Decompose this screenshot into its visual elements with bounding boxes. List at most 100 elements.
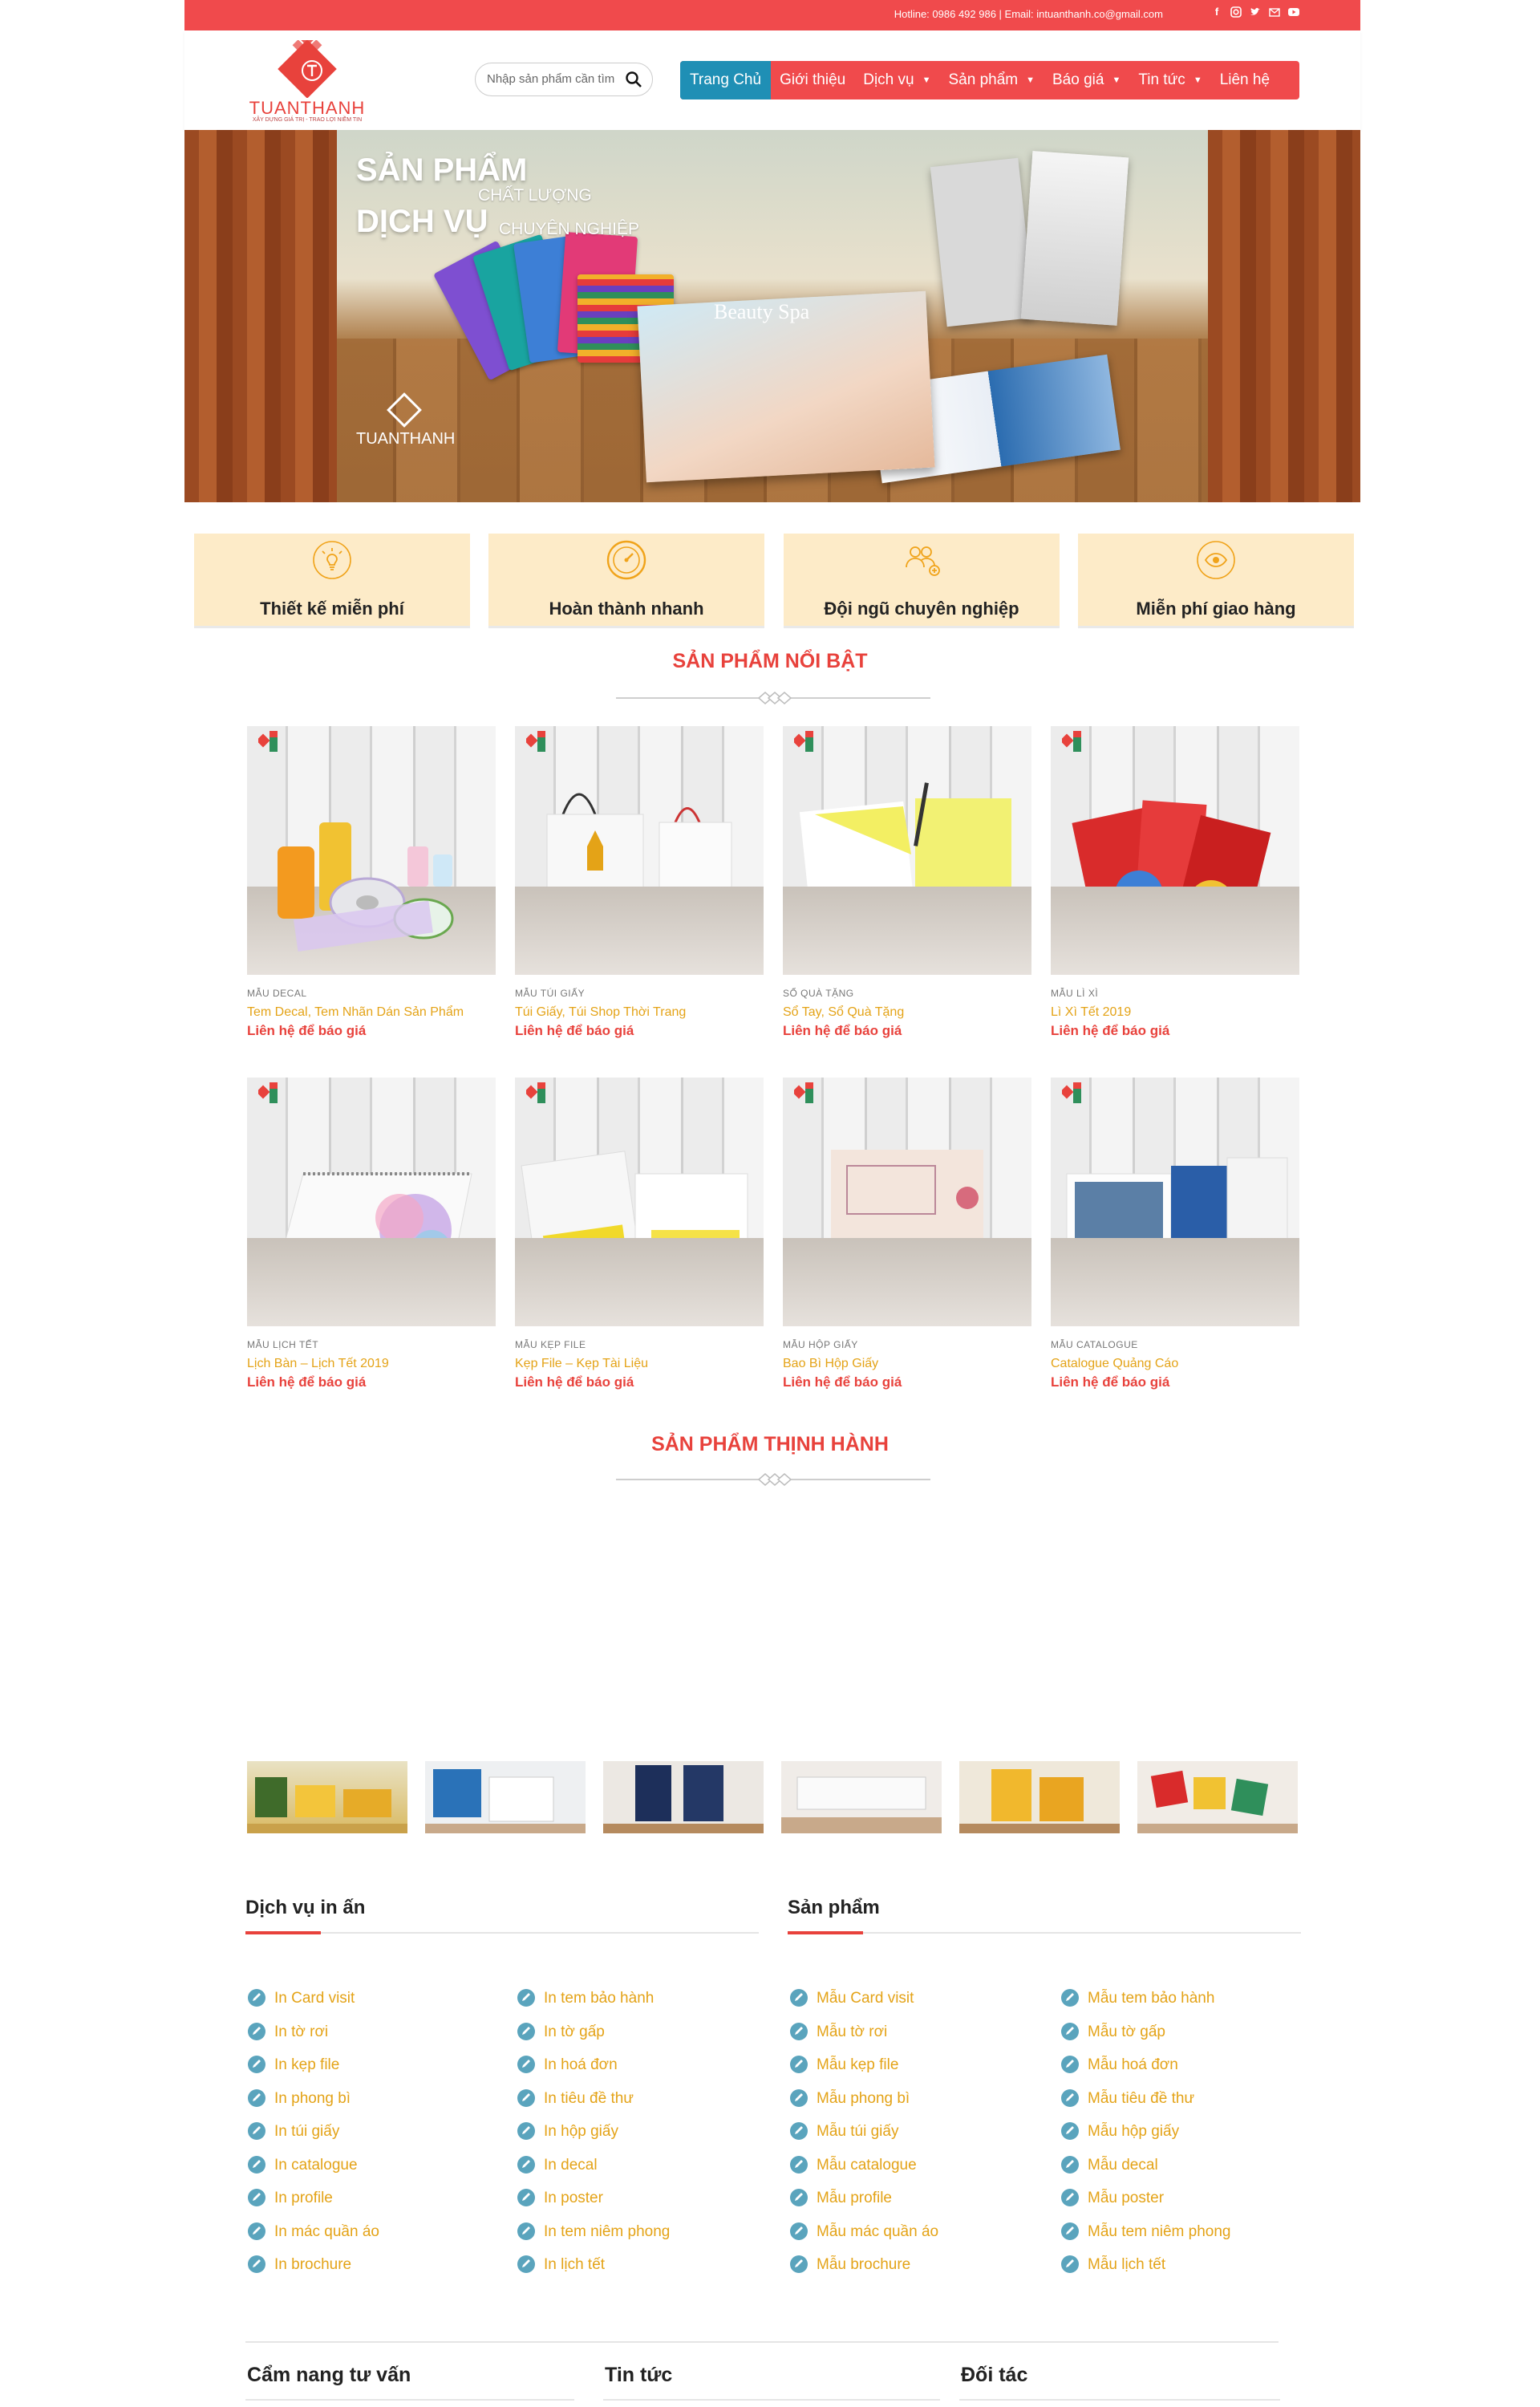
product-card[interactable]: MẪU DECAL Tem Decal, Tem Nhãn Dán Sản Ph… xyxy=(247,726,496,1039)
hero-banner[interactable]: Beauty Spa SẢN PHẨM CHẤT LƯỢNG DỊCH VỤ C… xyxy=(184,130,1360,502)
product-card[interactable]: MẪU CATALOGUE Catalogue Quảng Cáo Liên h… xyxy=(1051,1078,1299,1390)
footer-link[interactable]: Mẫu hoá đơn xyxy=(1060,2056,1231,2090)
product-image[interactable] xyxy=(515,726,764,975)
trending-title: SẢN PHẨM THỊNH HÀNH xyxy=(651,1433,889,1455)
product-card[interactable]: SỔ QUÀ TẶNG Sổ Tay, Sổ Quà Tặng Liên hệ … xyxy=(783,726,1031,1039)
footer-link[interactable]: Mẫu tờ rơi xyxy=(789,2022,938,2057)
footer-link[interactable]: In poster xyxy=(517,2189,670,2223)
twitter-icon[interactable] xyxy=(1250,6,1261,18)
instagram-icon[interactable] xyxy=(1230,6,1242,18)
footer-link[interactable]: Mẫu kẹp file xyxy=(789,2056,938,2090)
nav-item-contact[interactable]: Liên hệ xyxy=(1211,61,1279,99)
product-card[interactable]: MẪU LỊCH TẾT Lịch Bàn – Lịch Tết 2019 Li… xyxy=(247,1078,496,1390)
footer-link[interactable]: Mẫu lịch tết xyxy=(1060,2255,1231,2290)
footer-link[interactable]: In catalogue xyxy=(247,2155,379,2190)
footer-link[interactable]: Mẫu brochure xyxy=(789,2255,938,2290)
product-card[interactable]: MẪU HỘP GIẤY Bao Bì Hộp Giấy Liên hệ để … xyxy=(783,1078,1031,1390)
featured-title: SẢN PHẨM NỔI BẬT xyxy=(672,650,868,672)
footer-link[interactable]: In hộp giấy xyxy=(517,2122,670,2157)
product-name[interactable]: Tem Decal, Tem Nhãn Dán Sản Phẩm xyxy=(247,1005,496,1020)
footer-link[interactable]: Mẫu Card visit xyxy=(789,1989,938,2023)
news-heading: Tin tức xyxy=(605,2364,673,2386)
trending-thumb[interactable] xyxy=(603,1761,764,1833)
footer-link[interactable]: In Card visit xyxy=(247,1989,379,2023)
product-price: Liên hệ để báo giá xyxy=(247,1023,367,1038)
caret-down-icon: ▼ xyxy=(1193,75,1202,85)
trending-thumb[interactable] xyxy=(781,1761,942,1833)
social-links: f xyxy=(1211,6,1299,18)
nav-item-pricing[interactable]: Báo giá ▼ xyxy=(1044,61,1129,99)
product-name[interactable]: Lịch Bàn – Lịch Tết 2019 xyxy=(247,1357,496,1371)
footer-link[interactable]: In profile xyxy=(247,2189,379,2223)
product-name[interactable]: Catalogue Quảng Cáo xyxy=(1051,1357,1299,1371)
product-image[interactable] xyxy=(247,726,496,975)
product-image[interactable] xyxy=(783,1078,1031,1326)
search-input[interactable] xyxy=(487,72,627,86)
footer-link[interactable]: In kẹp file xyxy=(247,2056,379,2090)
footer-link[interactable]: In tiêu đề thư xyxy=(517,2088,670,2124)
nav-item-news[interactable]: Tin tức ▼ xyxy=(1129,61,1210,99)
products-heading: Sản phẩm xyxy=(788,1897,880,1918)
partners-heading: Đối tác xyxy=(961,2364,1028,2386)
product-card[interactable]: MẪU TÚI GIẤY Túi Giấy, Túi Shop Thời Tra… xyxy=(515,726,764,1039)
footer-link[interactable]: Mẫu poster xyxy=(1060,2189,1231,2223)
product-name[interactable]: Kẹp File – Kẹp Tài Liệu xyxy=(515,1357,764,1371)
banner-line2-sub: CHUYÊN NGHIỆP xyxy=(499,220,640,238)
footer-link[interactable]: Mẫu tem niêm phong xyxy=(1060,2222,1231,2257)
nav-item-home[interactable]: Trang Chủ xyxy=(680,61,772,99)
product-image[interactable] xyxy=(247,1078,496,1326)
footer-link[interactable]: Mẫu decal xyxy=(1060,2155,1231,2190)
nav-item-products[interactable]: Sản phẩm ▼ xyxy=(939,61,1044,99)
footer-link[interactable]: Mẫu hộp giấy xyxy=(1060,2122,1231,2157)
footer-link[interactable]: In brochure xyxy=(247,2255,379,2290)
footer-link[interactable]: In túi giấy xyxy=(247,2122,379,2157)
youtube-icon[interactable] xyxy=(1288,6,1299,18)
footer-link[interactable]: In tem niêm phong xyxy=(517,2222,670,2257)
footer-link[interactable]: Mẫu túi giấy xyxy=(789,2122,938,2157)
footer-link[interactable]: In tờ rơi xyxy=(247,2022,379,2057)
product-card[interactable]: MẪU LÌ XÌ Lì Xì Tết 2019 Liên hệ để báo … xyxy=(1051,726,1299,1039)
footer-link[interactable]: In decal xyxy=(517,2155,670,2190)
feature-label: Thiết kế miễn phí xyxy=(260,599,404,619)
footer-link[interactable]: Mẫu mác quần áo xyxy=(789,2222,938,2257)
nav-item-about[interactable]: Giới thiệu xyxy=(771,61,854,99)
footer-link[interactable]: Mẫu profile xyxy=(789,2189,938,2223)
product-name[interactable]: Sổ Tay, Sổ Quà Tặng xyxy=(783,1005,1031,1020)
product-name[interactable]: Bao Bì Hộp Giấy xyxy=(783,1357,1031,1371)
product-image[interactable] xyxy=(1051,1078,1299,1326)
footer-link[interactable]: In tem bảo hành xyxy=(517,1989,670,2023)
product-name[interactable]: Lì Xì Tết 2019 xyxy=(1051,1005,1299,1020)
footer-link[interactable]: In phong bì xyxy=(247,2088,379,2124)
trending-thumb[interactable] xyxy=(1137,1761,1298,1833)
product-image[interactable] xyxy=(1051,726,1299,975)
footer-link-label: In poster xyxy=(544,2190,603,2206)
product-category: MẪU LỊCH TẾT xyxy=(247,1339,319,1350)
edit-icon xyxy=(517,1989,535,2007)
nav-item-services[interactable]: Dịch vụ ▼ xyxy=(854,61,939,99)
footer-link[interactable]: Mẫu phong bì xyxy=(789,2088,938,2124)
footer-link[interactable]: In hoá đơn xyxy=(517,2056,670,2090)
product-image[interactable] xyxy=(515,1078,764,1326)
banner-logo: TUANTHANH xyxy=(356,392,455,449)
footer-link[interactable]: Mẫu catalogue xyxy=(789,2155,938,2190)
product-image[interactable] xyxy=(783,726,1031,975)
footer-link[interactable]: In lịch tết xyxy=(517,2255,670,2290)
trending-thumb[interactable] xyxy=(959,1761,1120,1833)
footer-link-label: In brochure xyxy=(274,2256,352,2273)
facebook-icon[interactable]: f xyxy=(1211,6,1222,18)
product-name[interactable]: Túi Giấy, Túi Shop Thời Trang xyxy=(515,1005,764,1020)
mail-icon[interactable] xyxy=(1269,6,1280,18)
footer-link[interactable]: In tờ gấp xyxy=(517,2022,670,2057)
footer-link-label: Mẫu profile xyxy=(817,2190,892,2206)
footer-link[interactable]: Mẫu tem bảo hành xyxy=(1060,1989,1231,2023)
feature-free-design: Thiết kế miễn phí xyxy=(194,534,470,628)
product-card[interactable]: MẪU KẸP FILE Kẹp File – Kẹp Tài Liệu Liê… xyxy=(515,1078,764,1390)
trending-thumb[interactable] xyxy=(425,1761,586,1833)
footer-link[interactable]: Mẫu tờ gấp xyxy=(1060,2022,1231,2057)
search-icon[interactable] xyxy=(625,71,642,88)
footer-link[interactable]: Mẫu tiêu đề thư xyxy=(1060,2088,1231,2124)
footer-link[interactable]: In mác quần áo xyxy=(247,2222,379,2257)
products-list-1: Mẫu Card visit Mẫu tờ rơi Mẫu kẹp file M… xyxy=(789,1989,938,2290)
trending-thumb[interactable] xyxy=(247,1761,407,1833)
site-logo[interactable]: TUANTHANH XÂY DỰNG GIÁ TRỊ - TRAO LỢI NI… xyxy=(247,40,367,123)
